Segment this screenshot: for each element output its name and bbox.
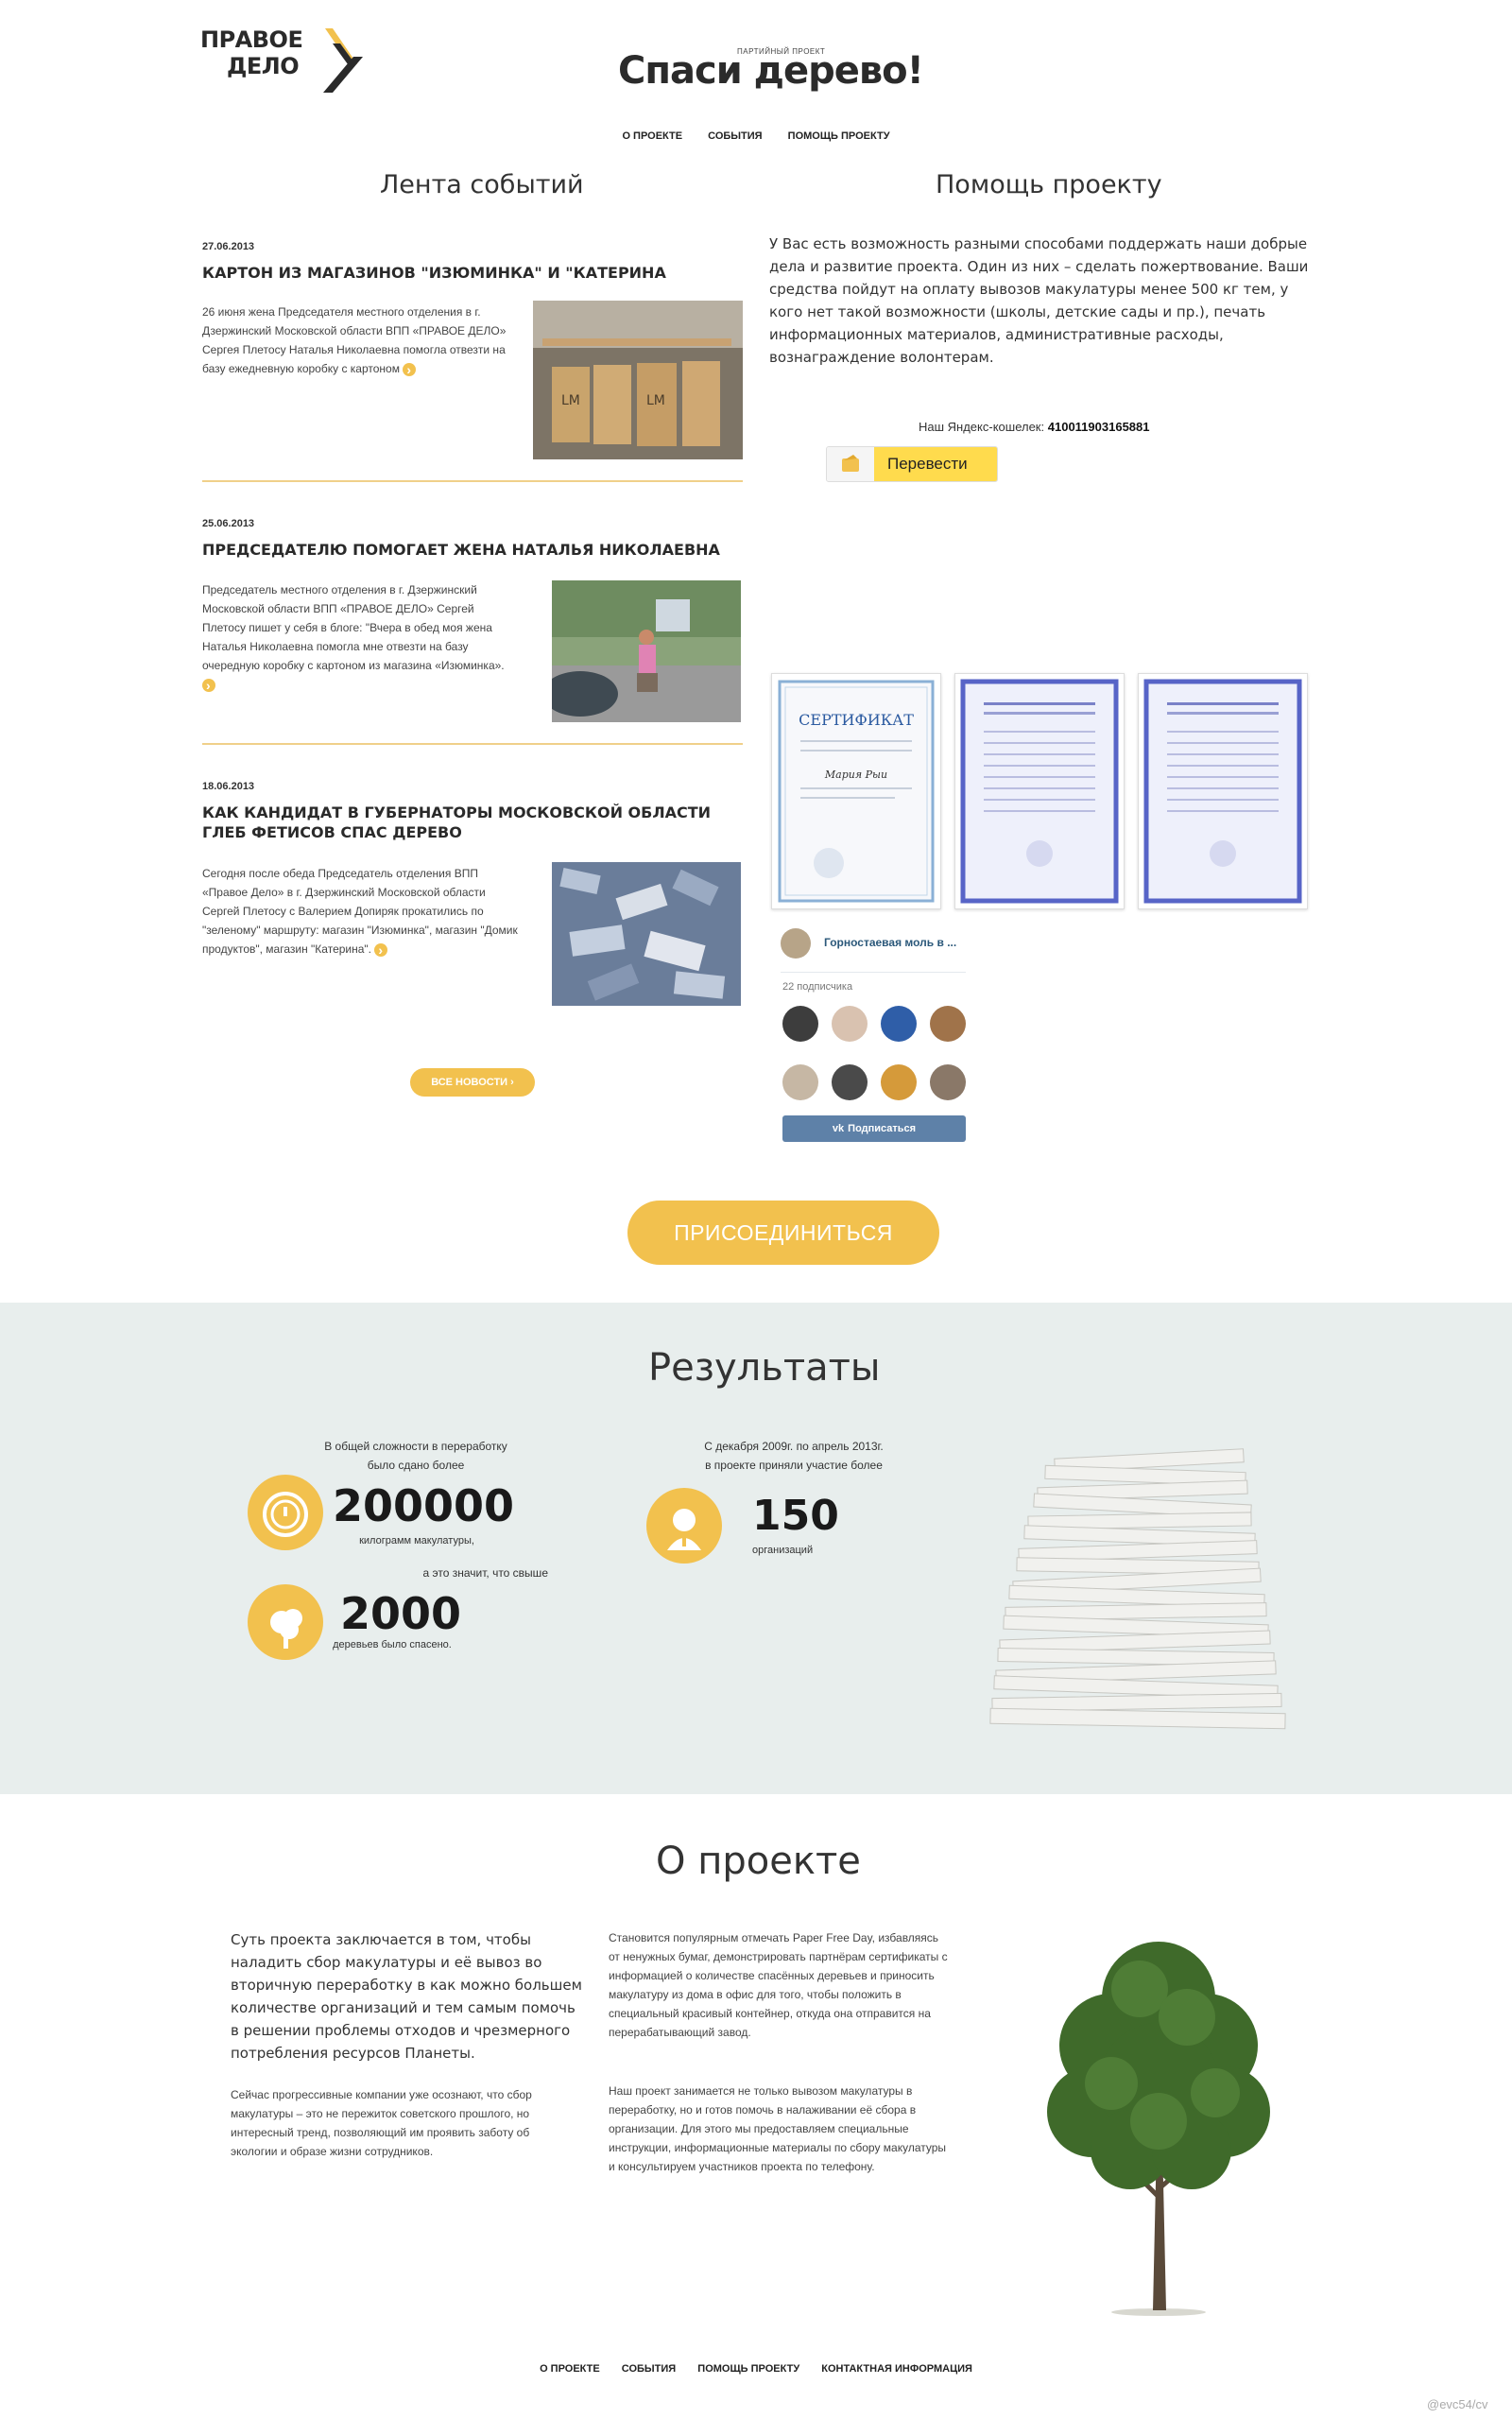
- certificate-2[interactable]: [954, 673, 1125, 909]
- news-date: 25.06.2013: [202, 518, 255, 529]
- nav-about[interactable]: О ПРОЕКТЕ: [622, 130, 682, 142]
- yandex-wallet: Наш Яндекс-кошелек: 410011903165881: [919, 420, 1149, 434]
- about-lead: Суть проекта заключается в том, чтобы на…: [231, 1931, 582, 2062]
- read-more-icon[interactable]: [374, 941, 388, 959]
- vk-logo-icon: vk: [832, 1123, 845, 1134]
- vk-subscriber-avatar[interactable]: [881, 1006, 917, 1042]
- footer-nav-contacts[interactable]: КОНТАКТНАЯ ИНФОРМАЦИЯ: [821, 2363, 972, 2375]
- news-heading: Лента событий: [380, 170, 584, 199]
- logo-line1: ПРАВОЕ: [200, 26, 303, 53]
- news-date: 18.06.2013: [202, 781, 255, 792]
- certificate-3[interactable]: [1138, 673, 1308, 909]
- news-separator: [202, 480, 743, 482]
- stat3-pre: С декабря 2009г. по апрель 2013г. в прое…: [704, 1440, 884, 1472]
- stat2-value: 2000: [340, 1588, 462, 1639]
- nav-events[interactable]: СОБЫТИЯ: [708, 130, 762, 142]
- news-photo-paper-pile[interactable]: [552, 862, 741, 1006]
- cert-name: Мария Рыи: [824, 769, 887, 781]
- stat1-value: 200000: [333, 1480, 515, 1531]
- top-nav: О ПРОЕКТЕ СОБЫТИЯ ПОМОЩЬ ПРОЕКТУ: [0, 130, 1512, 142]
- scale-icon: [248, 1475, 323, 1550]
- about-paragraph-2: Становится популярным отмечать Paper Fre…: [609, 1931, 948, 2039]
- vk-subscriber-avatar[interactable]: [930, 1064, 966, 1100]
- join-button[interactable]: ПРИСОЕДИНИТЬСЯ: [627, 1201, 939, 1265]
- transfer-button[interactable]: Перевести: [874, 447, 997, 481]
- footer-nav: О ПРОЕКТЕ СОБЫТИЯ ПОМОЩЬ ПРОЕКТУ КОНТАКТ…: [0, 2363, 1512, 2375]
- wallet-label: Наш Яндекс-кошелек:: [919, 420, 1045, 434]
- paper-stack-image: [989, 1448, 1286, 1730]
- vk-subscriber-avatar[interactable]: [782, 1064, 818, 1100]
- logo[interactable]: ПРАВОЕ ДЕЛО: [200, 26, 370, 102]
- help-text: У Вас есть возможность разными способами…: [769, 235, 1309, 366]
- yandex-wallet-icon: [827, 447, 874, 481]
- vk-group-name[interactable]: Горностаевая моль в ...: [824, 936, 975, 949]
- yandex-transfer-widget[interactable]: Перевести: [826, 446, 998, 482]
- tree-icon: [248, 1584, 323, 1660]
- about-heading: О проекте: [656, 1840, 861, 1883]
- svg-text:LM: LM: [646, 393, 665, 408]
- stat1-pre: В общей сложности в переработку было сда…: [324, 1440, 507, 1472]
- news-separator: [202, 743, 743, 745]
- logo-mark-icon: [323, 28, 363, 93]
- nav-help[interactable]: ПОМОЩЬ ПРОЕКТУ: [788, 130, 890, 142]
- vk-subscribers-count: 22 подписчика: [782, 981, 853, 993]
- person-icon: [646, 1488, 722, 1564]
- news-photo-woman[interactable]: [552, 580, 741, 722]
- stat3-unit: организаций: [752, 1545, 814, 1556]
- news-text: Председатель местного отделения в г. Дзе…: [202, 580, 520, 695]
- read-more-icon[interactable]: [202, 676, 215, 695]
- about-paragraph-3: Наш проект занимается не только вывозом …: [609, 2084, 947, 2173]
- footer-nav-events[interactable]: СОБЫТИЯ: [622, 2363, 676, 2375]
- read-more-icon[interactable]: [403, 360, 417, 379]
- news-title[interactable]: КАРТОН ИЗ МАГАЗИНОВ "ИЗЮМИНКА" И "КАТЕРИ…: [202, 263, 741, 283]
- footer-nav-about[interactable]: О ПРОЕКТЕ: [540, 2363, 600, 2375]
- vk-subscriber-avatar[interactable]: [881, 1064, 917, 1100]
- news-date: 27.06.2013: [202, 241, 255, 252]
- stat3-value: 150: [752, 1492, 839, 1540]
- all-news-button[interactable]: ВСЕ НОВОСТИ ›: [410, 1068, 535, 1097]
- about-paragraph-1: Сейчас прогрессивные компании уже осозна…: [231, 2088, 532, 2158]
- cert-title: СЕРТИФИКАТ: [799, 711, 914, 729]
- certificate-1[interactable]: СЕРТИФИКАТ Мария Рыи: [771, 673, 941, 909]
- svg-text:LM: LM: [561, 393, 580, 408]
- stat2-pre: а это значит, что свыше: [422, 1566, 549, 1580]
- news-photo-boxes[interactable]: LM LM: [533, 301, 743, 459]
- tree-image: [1047, 1942, 1270, 2316]
- results-heading: Результаты: [648, 1346, 881, 1390]
- footer-nav-help[interactable]: ПОМОЩЬ ПРОЕКТУ: [697, 2363, 799, 2375]
- stat2-unit: деревьев было спасено.: [333, 1639, 452, 1650]
- wallet-number: 410011903165881: [1047, 420, 1150, 434]
- news-title[interactable]: ПРЕДСЕДАТЕЛЮ ПОМОГАЕТ ЖЕНА НАТАЛЬЯ НИКОЛ…: [202, 540, 741, 560]
- help-heading: Помощь проекту: [936, 170, 1162, 199]
- news-text: Сегодня после обеда Председатель отделен…: [202, 864, 520, 959]
- news-title[interactable]: КАК КАНДИДАТ В ГУБЕРНАТОРЫ МОСКОВСКОЙ ОБ…: [202, 803, 731, 842]
- vk-subscriber-avatar[interactable]: [930, 1006, 966, 1042]
- vk-subscriber-avatar[interactable]: [832, 1006, 868, 1042]
- vk-subscribe-button[interactable]: vk Подписаться: [782, 1115, 966, 1142]
- news-text: 26 июня жена Председателя местного отдел…: [202, 302, 520, 379]
- watermark: @evc54/cv: [1427, 2397, 1488, 2411]
- site-title: Спаси дерево!: [618, 49, 924, 93]
- vk-subscriber-avatar[interactable]: [832, 1064, 868, 1100]
- vk-group-avatar[interactable]: [781, 928, 811, 959]
- stat1-unit: килограмм макулатуры,: [359, 1535, 474, 1546]
- vk-subscriber-avatar[interactable]: [782, 1006, 818, 1042]
- vk-divider: [781, 972, 966, 973]
